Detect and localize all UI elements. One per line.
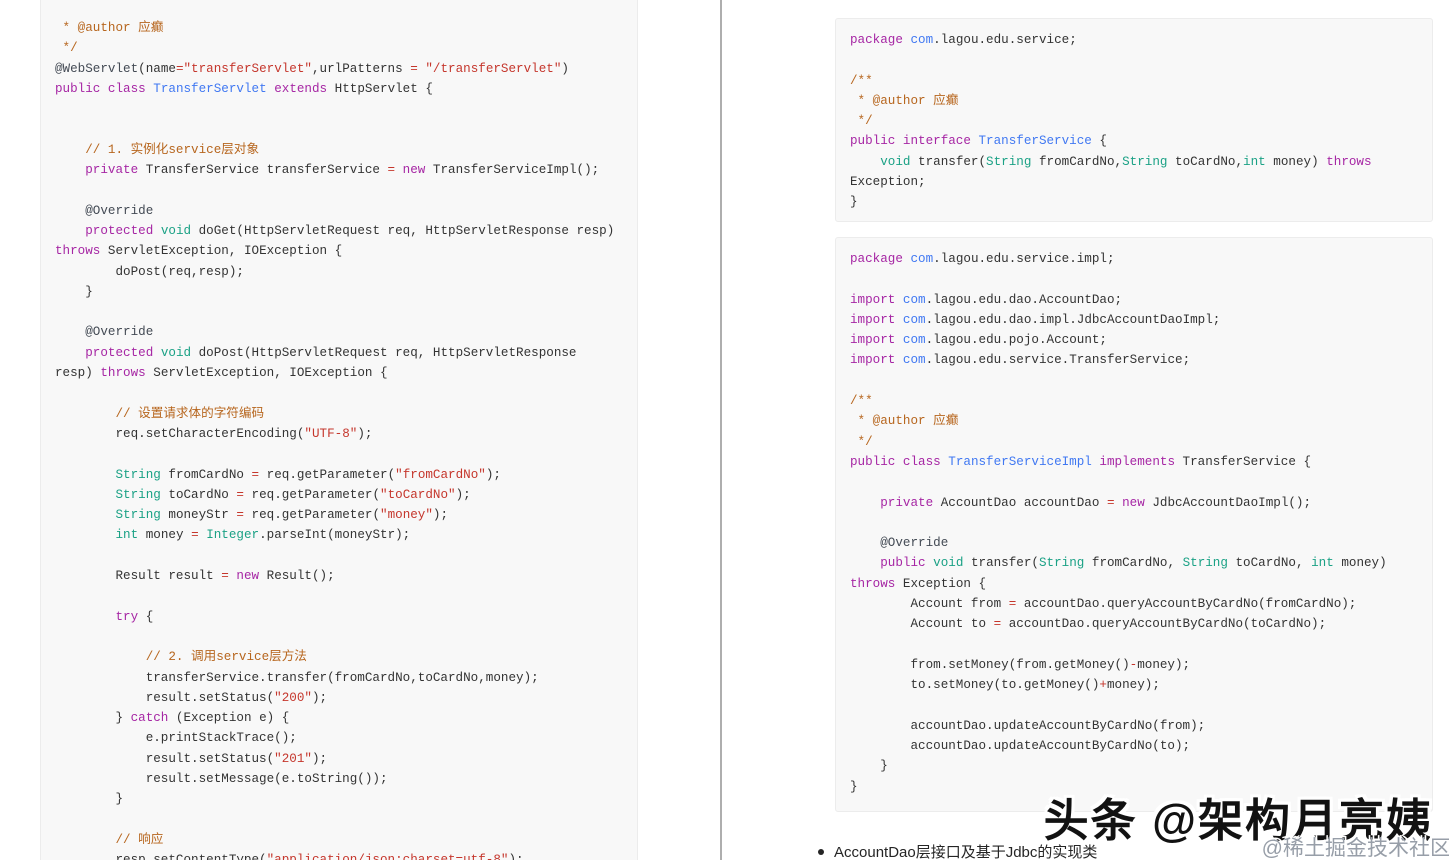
code-line: } bbox=[55, 792, 124, 807]
column-divider bbox=[720, 0, 722, 860]
code-block-transfer-service-impl: package com.lagou.edu.service.impl; impor… bbox=[835, 237, 1433, 813]
code-line: public void transfer(String fromCardNo, … bbox=[880, 556, 1387, 571]
code-line: // 1. 实例化service层对象 bbox=[55, 142, 260, 157]
code-line: @Override bbox=[55, 325, 154, 340]
code-line: result.setStatus("200"); bbox=[55, 690, 328, 705]
code-line: transferService.transfer(fromCardNo,toCa… bbox=[55, 670, 539, 685]
code-line: int money = Integer.parseInt(moneyStr); bbox=[115, 528, 411, 543]
code-line: accountDao.updateAccountByCardNo(to); bbox=[850, 739, 1191, 754]
code-line: Result result = new Result(); bbox=[55, 569, 335, 584]
code-block-transfer-service-interface: package com.lagou.edu.service; /** * @aut… bbox=[835, 18, 1433, 222]
code-line: import com.lagou.edu.dao.impl.JdbcAccoun… bbox=[850, 312, 1221, 327]
code-block-transfer-servlet: * @author 应癫 */ @WebServlet(name="transfe… bbox=[40, 0, 638, 860]
code-line: } bbox=[850, 195, 858, 210]
code-line: protected void doGet(HttpServletRequest … bbox=[85, 223, 615, 238]
code-line: } bbox=[850, 759, 888, 774]
code-line: String moneyStr = req.getParameter("mone… bbox=[115, 508, 449, 523]
code-line: * @author 应癫 bbox=[850, 414, 959, 429]
code-line: Exception; bbox=[850, 175, 926, 190]
code-line: @Override bbox=[850, 536, 949, 551]
code-line: e.printStackTrace(); bbox=[55, 731, 297, 746]
code-line: // 设置请求体的字符编码 bbox=[55, 406, 265, 421]
code-line: package com.lagou.edu.service; bbox=[850, 33, 1077, 47]
code-line: throws ServletException, IOException { bbox=[55, 244, 343, 259]
code-line: public interface TransferService { bbox=[850, 134, 1107, 149]
code-line: String fromCardNo = req.getParameter("fr… bbox=[115, 467, 501, 482]
code-line: @Override bbox=[55, 203, 154, 218]
bullet-icon bbox=[818, 848, 824, 855]
code-line: resp) throws ServletException, IOExcepti… bbox=[55, 366, 388, 381]
code-line: * @author 应癫 bbox=[850, 93, 959, 108]
code-line: Account to = accountDao.queryAccountByCa… bbox=[850, 617, 1327, 632]
code-line: */ bbox=[850, 434, 873, 449]
watermark-community: @稀土掘金技术社区 bbox=[1261, 837, 1449, 860]
code-line: public class TransferServlet extends Htt… bbox=[55, 81, 433, 96]
code-line: /** bbox=[850, 73, 873, 88]
code-line: to.setMoney(to.getMoney()+money); bbox=[850, 678, 1160, 693]
code-line: import com.lagou.edu.pojo.Account; bbox=[850, 333, 1107, 348]
code-line: */ bbox=[55, 41, 78, 56]
code-line: * @author 应癫 bbox=[55, 21, 164, 35]
code-line: private TransferService transferService … bbox=[85, 163, 600, 178]
code-line: Account from = accountDao.queryAccountBy… bbox=[850, 597, 1357, 612]
code-line: private AccountDao accountDao = new Jdbc… bbox=[880, 495, 1312, 510]
code-line: void transfer(String fromCardNo,String t… bbox=[880, 154, 1372, 169]
code-line: @WebServlet(name="transferServlet",urlPa… bbox=[55, 61, 569, 76]
code-line: import com.lagou.edu.service.TransferSer… bbox=[850, 353, 1191, 368]
code-line: } bbox=[55, 284, 93, 299]
code-line: // 响应 bbox=[55, 832, 164, 847]
code-line: String toCardNo = req.getParameter("toCa… bbox=[115, 487, 471, 502]
article-page: * @author 应癫 */ @WebServlet(name="transfe… bbox=[0, 0, 1449, 860]
code-line: try { bbox=[115, 609, 154, 624]
code-line: req.setCharacterEncoding("UTF-8"); bbox=[55, 426, 373, 441]
code-line: } catch (Exception e) { bbox=[55, 711, 290, 726]
code-line: from.setMoney(from.getMoney()-money); bbox=[850, 657, 1191, 672]
code-line: accountDao.updateAccountByCardNo(from); bbox=[850, 718, 1206, 733]
code-line: resp.setContentType("application/json;ch… bbox=[55, 850, 623, 860]
code-line: /** bbox=[850, 394, 873, 409]
code-line: result.setMessage(e.toString()); bbox=[55, 771, 388, 786]
code-line: throws Exception { bbox=[850, 576, 987, 591]
code-line: doPost(req,resp); bbox=[55, 264, 244, 279]
code-line: // 2. 调用service层方法 bbox=[55, 650, 307, 665]
code-line: */ bbox=[850, 114, 873, 129]
code-line: import com.lagou.edu.dao.AccountDao; bbox=[850, 292, 1123, 307]
code-line: public class TransferServiceImpl impleme… bbox=[850, 454, 1312, 469]
code-line: result.setStatus("201"); bbox=[55, 751, 328, 766]
code-line: package com.lagou.edu.service.impl; bbox=[850, 252, 1115, 266]
code-line: protected void doPost(HttpServletRequest… bbox=[85, 345, 577, 360]
